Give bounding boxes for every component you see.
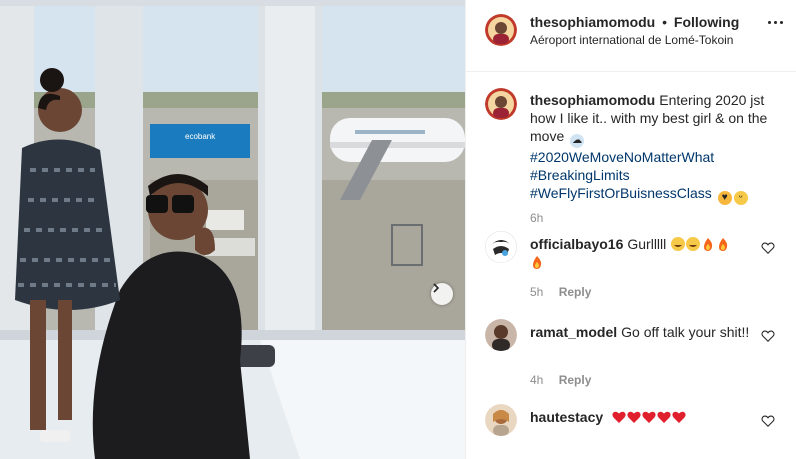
instagram-post: ecobank thesophiamomodu • Following Aéro… [0, 0, 796, 459]
fire-emoji-icon [719, 238, 728, 251]
red-heart-emoji-icon [642, 411, 656, 423]
red-heart-emoji-icon [627, 411, 641, 423]
commenter-avatar[interactable] [485, 319, 517, 351]
fire-emoji-icon [533, 256, 542, 269]
heart-eyes-emoji-icon: ♥ [717, 191, 732, 205]
post-header: thesophiamomodu • Following Aéroport int… [466, 0, 796, 72]
grin-emoji-icon [671, 237, 686, 251]
heart-outline-icon[interactable] [761, 329, 775, 343]
reply-button[interactable]: Reply [559, 285, 592, 299]
comment-username[interactable]: officialbayo16 [530, 236, 623, 252]
post-location[interactable]: Aéroport international de Lomé-Tokoin [530, 33, 733, 47]
comment-text: ramat_model Go off talk your shit!! [530, 323, 752, 341]
author-line: thesophiamomodu • Following [530, 14, 739, 30]
caption-username[interactable]: thesophiamomodu [530, 92, 655, 108]
chevron-right-icon [433, 283, 440, 293]
airport-lounge-photo: ecobank [0, 0, 465, 459]
caption-text: thesophiamomodu Entering 2020 jst how I l… [530, 91, 780, 205]
comment-timestamp[interactable]: 4h [530, 373, 543, 387]
comment-text: officialbayo16 Gurlllll [530, 235, 752, 271]
commenter-avatar[interactable] [485, 231, 517, 263]
grin-emoji-icon: ᵕ [733, 191, 748, 205]
hashtag-link[interactable]: #2020WeMoveNoMatterWhat [530, 148, 780, 166]
comment-username[interactable]: hautestacy [530, 409, 603, 425]
next-photo-button[interactable] [431, 283, 453, 305]
caption-timestamp[interactable]: 6h [530, 211, 543, 225]
comment-text: hautestacy [530, 408, 752, 426]
hashtag-link[interactable]: #WeFlyFirstOrBuisnessClass [530, 185, 712, 201]
fire-emoji-icon [704, 238, 713, 251]
comment-meta: 4h Reply [530, 373, 591, 387]
heart-outline-icon[interactable] [761, 414, 775, 428]
red-heart-emoji-icon [612, 411, 626, 423]
grin-emoji-icon [686, 237, 701, 251]
reply-button[interactable]: Reply [559, 373, 592, 387]
more-options-button[interactable] [765, 14, 785, 30]
red-heart-emoji-icon [672, 411, 686, 423]
post-side-panel: thesophiamomodu • Following Aéroport int… [465, 0, 796, 459]
comment-username[interactable]: ramat_model [530, 324, 617, 340]
cloud-emoji-icon: ☁ [570, 134, 585, 148]
red-heart-emoji-icon [657, 411, 671, 423]
commenter-avatar[interactable] [485, 404, 517, 436]
comment-meta: 5h Reply [530, 285, 591, 299]
comment-body: Gurlllll [627, 236, 667, 252]
author-avatar[interactable] [485, 14, 517, 46]
author-username[interactable]: thesophiamomodu [530, 14, 655, 30]
comment-timestamp[interactable]: 5h [530, 285, 543, 299]
post-photo[interactable]: ecobank [0, 0, 465, 459]
hashtag-line: #WeFlyFirstOrBuisnessClass ♥ ᵕ [530, 185, 748, 205]
following-button[interactable]: Following [674, 14, 739, 30]
more-icon [767, 20, 771, 24]
hashtag-link[interactable]: #BreakingLimits [530, 166, 780, 184]
separator-dot: • [662, 14, 668, 30]
caption-author-avatar[interactable] [485, 88, 517, 120]
heart-outline-icon[interactable] [761, 241, 775, 255]
billboard-text: ecobank [185, 132, 216, 141]
comment-body: Go off talk your shit!! [621, 324, 750, 340]
